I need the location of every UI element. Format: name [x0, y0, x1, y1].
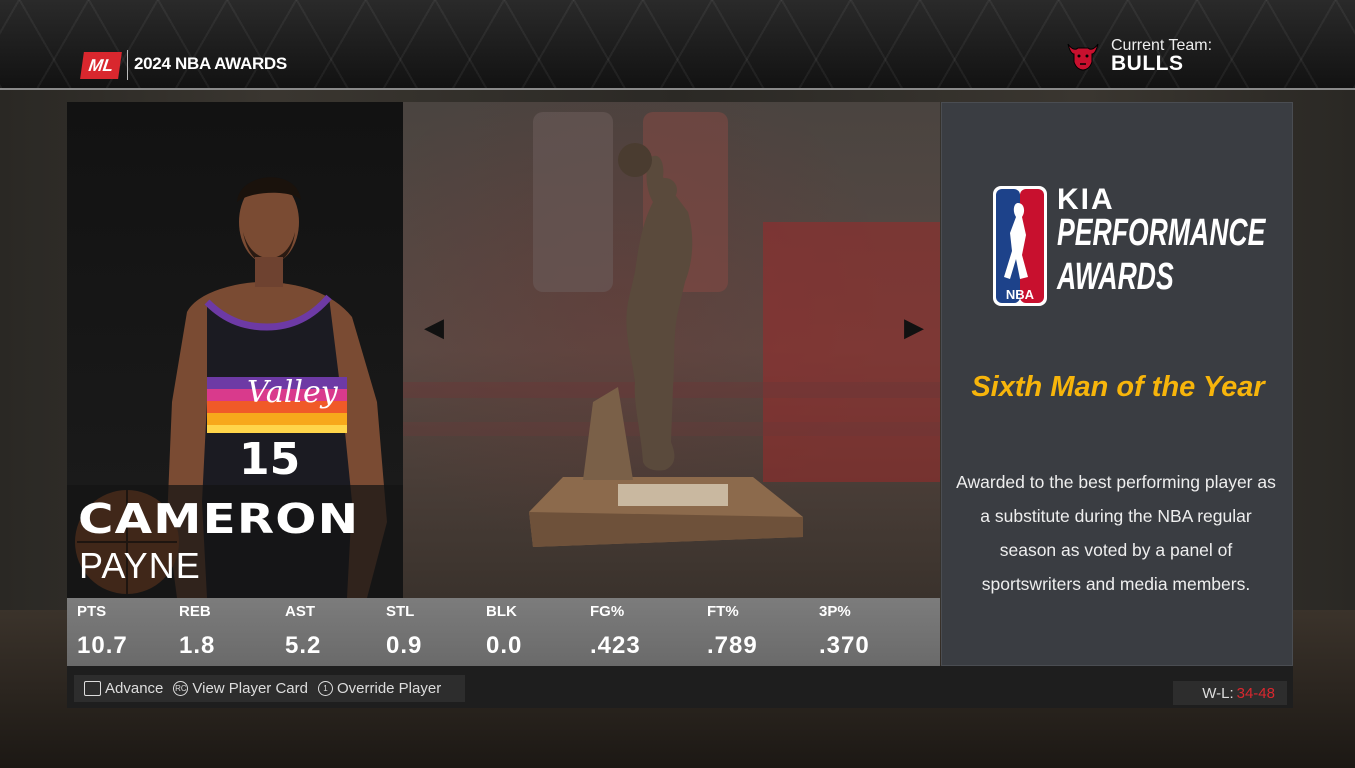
performance-text: PERFORMANCE [1057, 212, 1266, 254]
override-player-label: Override Player [336, 680, 442, 697]
win-loss-value: 34-48 [1236, 684, 1275, 702]
stat-label-reb: REB [179, 603, 211, 620]
award-description: Awarded to the best performing player as… [956, 472, 1276, 594]
view-player-card-control[interactable]: RC View Player Card [173, 680, 308, 697]
current-team-name: BULLS [1111, 52, 1184, 75]
win-loss-label: W-L: [1202, 684, 1234, 702]
stat-label-ast: AST [285, 603, 315, 620]
stat-value-reb: 1.8 [179, 632, 216, 659]
stat-value-pts: 10.7 [77, 632, 128, 659]
advance-control[interactable]: Advance [84, 680, 163, 697]
stat-label-3p: 3P% [819, 603, 851, 620]
bull-icon [1067, 43, 1099, 71]
advance-label: Advance [105, 680, 164, 697]
stat-value-3p: .370 [819, 632, 870, 659]
stat-label-pts: PTS [77, 603, 107, 620]
trophy-display [403, 102, 940, 598]
override-player-control[interactable]: 1 Override Player [317, 680, 442, 697]
view-player-card-label: View Player Card [192, 680, 308, 697]
player-first-name: CAMERON [78, 495, 360, 543]
awards-text: AWARDS [1057, 256, 1174, 298]
win-loss-record: W-L: 34-48 [1173, 681, 1287, 705]
player-stats-bar: PTS 10.7 REB 1.8 AST 5.2 STL 0.9 BLK 0.0… [67, 598, 940, 666]
jersey-number: 15 [239, 434, 300, 485]
jersey-team-text: Valley [247, 375, 339, 410]
start-button-icon [84, 681, 101, 696]
trophy-image [403, 112, 940, 547]
stat-label-stl: STL [386, 603, 415, 620]
nba-logo-icon: NBA [993, 186, 1047, 306]
stat-value-fg: .423 [590, 632, 641, 659]
page-title: 2024 NBA AWARDS [134, 54, 287, 73]
stat-label-blk: BLK [486, 603, 517, 620]
player-last-name: PAYNE [79, 545, 201, 586]
award-title: Sixth Man of the Year [971, 371, 1265, 403]
stat-value-ast: 5.2 [285, 632, 322, 659]
stat-value-stl: 0.9 [386, 632, 423, 659]
myleague-logo: ML [80, 52, 122, 79]
controls-legend: Advance RC View Player Card 1 Override P… [74, 675, 465, 702]
next-award-arrow[interactable]: ▶ [904, 312, 924, 343]
stat-value-ft: .789 [707, 632, 758, 659]
previous-award-arrow[interactable]: ◀ [424, 312, 444, 343]
logo-divider [127, 50, 128, 80]
nba-logo-text: NBA [1006, 287, 1035, 302]
stat-label-fg: FG% [590, 603, 625, 620]
stat-label-ft: FT% [707, 603, 739, 620]
stat-value-blk: 0.0 [486, 632, 523, 659]
rc-button-icon: RC [173, 681, 189, 696]
one-button-icon: 1 [317, 681, 333, 696]
